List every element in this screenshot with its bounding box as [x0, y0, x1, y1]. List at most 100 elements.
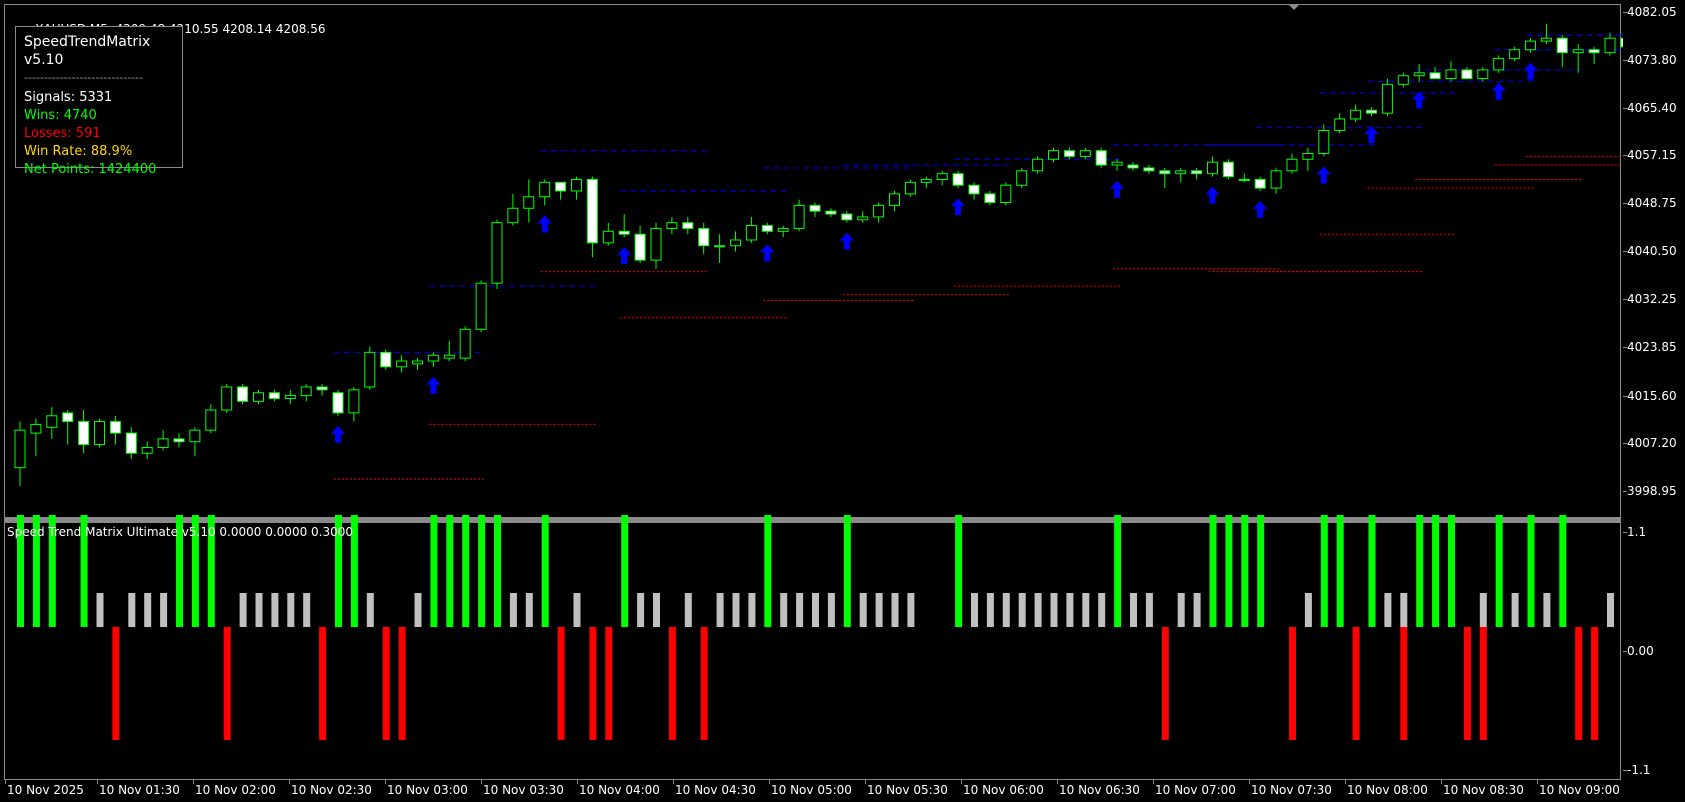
histogram-bar-down	[589, 627, 597, 740]
buy-arrow-icon	[1205, 186, 1220, 204]
buy-arrow-icon	[1491, 82, 1506, 100]
candle-body	[857, 216, 869, 221]
candle-body	[841, 213, 853, 221]
candle-body	[1429, 72, 1441, 80]
price-label: 4015.60	[1627, 389, 1677, 403]
histogram-bar-up	[764, 515, 772, 627]
histogram-bar-up	[478, 515, 486, 627]
stats-losses: Losses: 591	[24, 126, 101, 141]
candle-body	[777, 227, 789, 232]
histogram-bar-neutral	[732, 593, 740, 627]
candle-body	[284, 395, 296, 399]
histogram-bar-down	[557, 627, 565, 740]
candle-body	[1572, 49, 1584, 54]
stats-win-rate: Win Rate: 88.9%	[24, 144, 133, 159]
histogram-bar-neutral	[907, 593, 915, 627]
time-axis[interactable]: 10 Nov 2025 10 Nov 01:30 10 Nov 02:00 10…	[0, 780, 1623, 802]
time-tick	[1345, 780, 1346, 784]
time-tick	[769, 780, 770, 784]
histogram-bar-down	[112, 627, 120, 740]
candle-body	[1461, 69, 1473, 80]
mt4-chart-window[interactable]: XAUUSD,M5 4209.48 4210.55 4208.14 4208.5…	[0, 0, 1685, 802]
time-tick	[97, 780, 98, 784]
candle-body	[62, 412, 74, 423]
candle-body	[1286, 158, 1298, 172]
histogram-bar-neutral	[1177, 593, 1185, 627]
histogram-bar-down	[1575, 627, 1583, 740]
candle-body	[141, 446, 153, 454]
histogram-bar-neutral	[1034, 593, 1042, 627]
histogram-bar-up	[1416, 515, 1424, 627]
time-label: 10 Nov 07:30	[1251, 783, 1332, 797]
candle-body	[30, 423, 42, 434]
candle-body	[1477, 69, 1489, 80]
candle-body	[412, 360, 423, 365]
stats-net-points: Net Points: 1424400	[24, 162, 157, 177]
sub-axis-label: 0.00	[1627, 644, 1654, 658]
histogram-bar-down	[1161, 627, 1169, 740]
candle-body	[1540, 37, 1552, 42]
histogram-bar-down	[1400, 627, 1408, 740]
candle-body	[1095, 150, 1107, 166]
time-label: 10 Nov 03:00	[387, 783, 468, 797]
histogram-bar-up	[1448, 515, 1455, 627]
candle-body	[586, 178, 598, 244]
candle-body	[634, 233, 646, 261]
time-tick	[1249, 780, 1250, 784]
buy-arrow-icon	[760, 244, 775, 262]
candle-body	[761, 225, 773, 232]
histogram-bar-neutral	[303, 593, 311, 627]
histogram-bar-up	[1559, 515, 1567, 627]
histogram-bar-neutral	[1479, 593, 1487, 627]
buy-arrow-icon	[617, 247, 632, 265]
histogram-bar-neutral	[684, 593, 692, 627]
histogram-bar-neutral	[1607, 593, 1614, 627]
price-label: 4007.20	[1627, 436, 1677, 450]
candle-body	[1111, 161, 1123, 166]
time-label: 10 Nov 2025	[7, 783, 84, 797]
histogram-bar-neutral	[160, 593, 168, 627]
chart-shift-marker[interactable]	[1288, 4, 1300, 10]
time-tick	[481, 780, 482, 784]
candle-body	[1159, 170, 1171, 175]
time-tick	[1057, 780, 1058, 784]
histogram-bar-neutral	[891, 593, 899, 627]
candle-body	[1143, 167, 1155, 172]
histogram-bar-up	[1257, 515, 1265, 627]
candle-body	[491, 222, 503, 284]
candle-body	[1350, 109, 1362, 120]
histogram-bar-down	[398, 627, 406, 740]
time-tick	[1537, 780, 1538, 784]
time-label: 10 Nov 08:00	[1347, 783, 1428, 797]
candle-body	[1413, 72, 1425, 77]
candle-body	[109, 421, 121, 434]
buy-arrow-icon	[1253, 200, 1268, 218]
candle-body	[396, 360, 408, 368]
candle-body	[364, 351, 376, 388]
indicator-title: Speed Trend Matrix Ultimate v5.10 0.0000…	[7, 525, 354, 539]
price-label: 4048.75	[1627, 196, 1677, 210]
time-label: 10 Nov 03:30	[483, 783, 564, 797]
price-axis[interactable]: 4082.05 4073.80 4065.40 4057.15 4048.75 …	[1623, 0, 1685, 802]
histogram-bar-down	[1479, 627, 1487, 740]
candle-body	[730, 239, 741, 247]
price-label: 4023.85	[1627, 340, 1677, 354]
candle-body	[1016, 170, 1028, 186]
histogram-bar-up	[446, 515, 454, 627]
candle-body	[205, 409, 217, 431]
time-label: 10 Nov 09:00	[1539, 783, 1620, 797]
time-label: 10 Nov 06:30	[1059, 783, 1140, 797]
stats-title: SpeedTrendMatrix v5.10	[24, 34, 151, 68]
candle-body	[78, 421, 90, 446]
time-tick	[193, 780, 194, 784]
candle-body	[300, 386, 312, 397]
candle-body	[1445, 69, 1457, 80]
time-label: 10 Nov 08:30	[1443, 783, 1524, 797]
price-label: 4040.50	[1627, 244, 1677, 258]
histogram-bar-up	[494, 515, 501, 627]
histogram-bar-down	[668, 627, 676, 740]
candle-body	[316, 386, 328, 391]
histogram-bar-up	[1336, 515, 1344, 627]
candle-body	[682, 222, 694, 229]
histogram-bar-neutral	[1066, 593, 1074, 627]
